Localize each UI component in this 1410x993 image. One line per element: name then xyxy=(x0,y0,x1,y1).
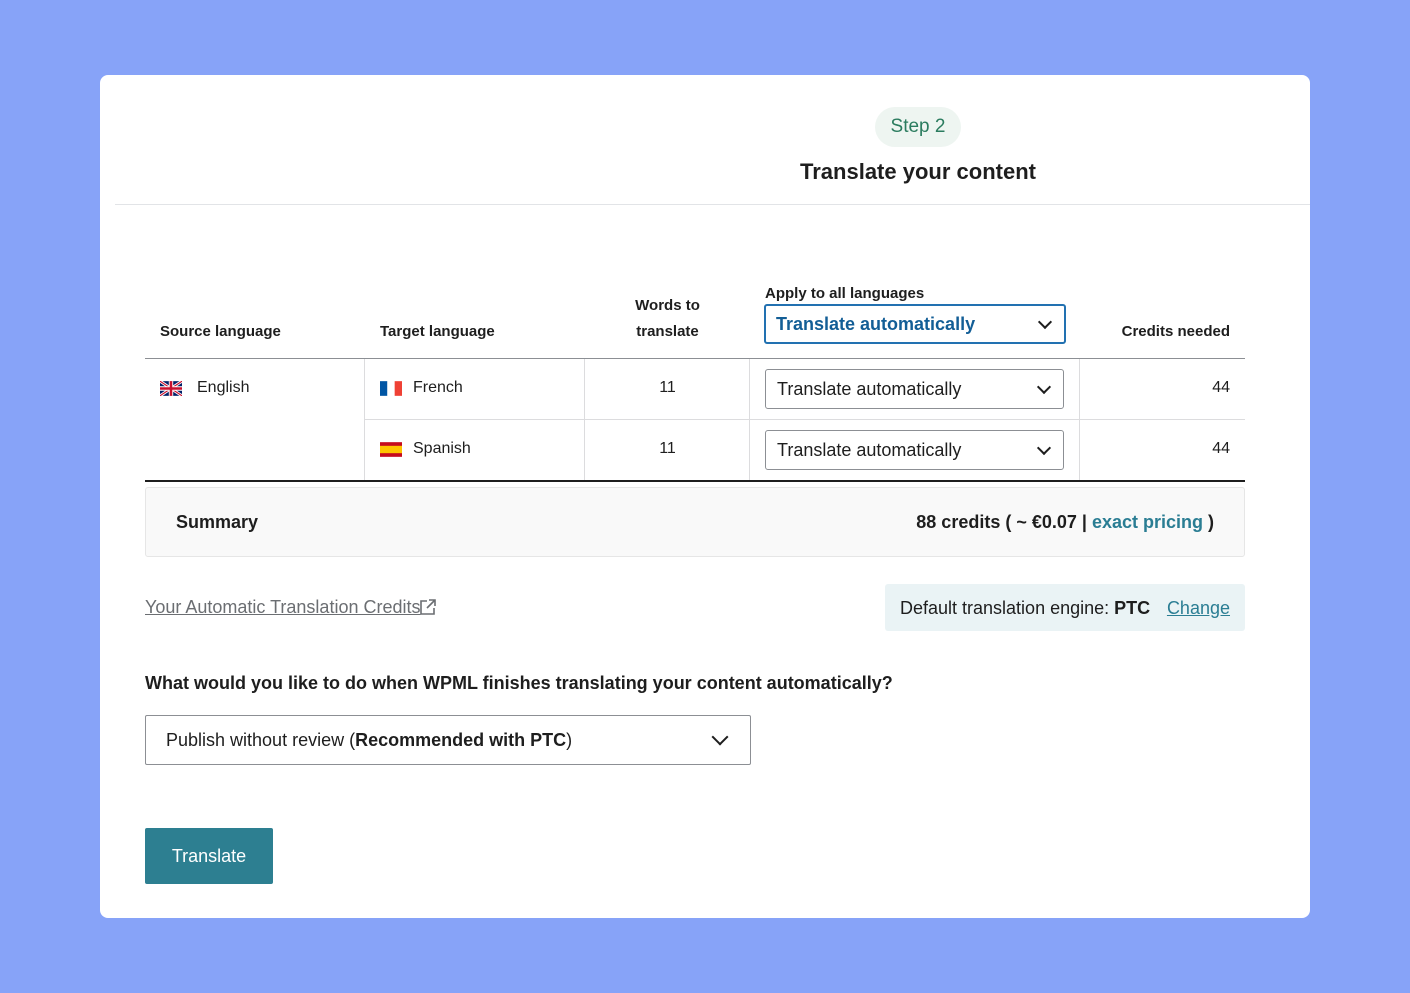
france-flag-icon xyxy=(380,381,402,396)
target-language-label: Spanish xyxy=(413,440,471,457)
spain-flag-icon xyxy=(380,442,402,457)
change-engine-link[interactable]: Change xyxy=(1167,598,1230,619)
engine-text: Default translation engine: PTC xyxy=(900,598,1150,619)
method-select-french[interactable]: Translate automatically xyxy=(765,369,1064,409)
translation-card: Step 2 Translate your content Source lan… xyxy=(100,75,1310,918)
translate-button[interactable]: Translate xyxy=(145,828,273,884)
table-col-divider xyxy=(1079,359,1080,480)
column-header-words-1: Words to xyxy=(635,297,700,314)
publish-option-select[interactable]: Publish without review (Recommended with… xyxy=(145,715,751,765)
summary-suffix: ) xyxy=(1208,512,1214,532)
publish-option-text: Publish without review ( xyxy=(166,729,356,750)
chevron-down-icon xyxy=(1036,379,1052,395)
table-col-divider xyxy=(584,359,585,480)
publish-option-suffix: ) xyxy=(566,729,573,750)
header-divider xyxy=(115,204,1310,205)
exact-pricing-link[interactable]: exact pricing xyxy=(1092,512,1203,532)
column-header-credits: Credits needed xyxy=(1121,323,1230,340)
method-select-value: Translate automatically xyxy=(777,439,962,460)
method-select-value: Translate automatically xyxy=(777,378,962,399)
table-col-divider xyxy=(749,359,750,480)
words-count: 11 xyxy=(659,440,676,457)
table-header-rule xyxy=(145,358,1245,359)
page-title: Translate your content xyxy=(800,159,1036,184)
words-count: 11 xyxy=(659,379,676,396)
credits-needed: 44 xyxy=(1212,379,1230,396)
summary-credits: 88 credits ( ~ €0.07 | xyxy=(916,512,1087,532)
credits-needed: 44 xyxy=(1212,440,1230,457)
automatic-translation-credits-link[interactable]: Your Automatic Translation Credits xyxy=(145,597,420,618)
chevron-down-icon xyxy=(1036,440,1052,456)
external-link-icon[interactable] xyxy=(418,597,438,617)
summary-panel: Summary 88 credits ( ~ €0.07 | exact pri… xyxy=(145,487,1245,557)
table-col-divider xyxy=(364,359,365,480)
summary-label: Summary xyxy=(176,512,259,532)
publish-option-bold: Recommended with PTC xyxy=(355,729,567,750)
column-header-target: Target language xyxy=(380,323,495,340)
chevron-down-icon xyxy=(711,728,729,746)
summary-value: 88 credits ( ~ €0.07 | exact pricing ) xyxy=(916,512,1214,533)
column-header-words-2: translate xyxy=(636,323,699,340)
table-bottom-rule xyxy=(145,480,1245,482)
column-header-source: Source language xyxy=(160,323,281,340)
apply-all-select[interactable]: Translate automatically xyxy=(764,304,1066,344)
column-header-apply-all: Apply to all languages xyxy=(765,285,925,302)
target-language-label: French xyxy=(413,379,463,396)
uk-flag-icon xyxy=(160,381,182,396)
apply-all-select-value: Translate automatically xyxy=(776,313,976,334)
post-translation-question: What would you like to do when WPML fini… xyxy=(145,673,893,693)
table-row-divider xyxy=(365,419,1245,420)
engine-label: Default translation engine: xyxy=(900,598,1110,618)
source-language-label: English xyxy=(197,379,250,396)
method-select-spanish[interactable]: Translate automatically xyxy=(765,430,1064,470)
step-badge: Step 2 xyxy=(875,107,961,147)
chevron-down-icon xyxy=(1037,314,1053,330)
engine-value: PTC xyxy=(1114,598,1151,618)
translation-engine-box: Default translation engine: PTC Change xyxy=(885,584,1245,631)
